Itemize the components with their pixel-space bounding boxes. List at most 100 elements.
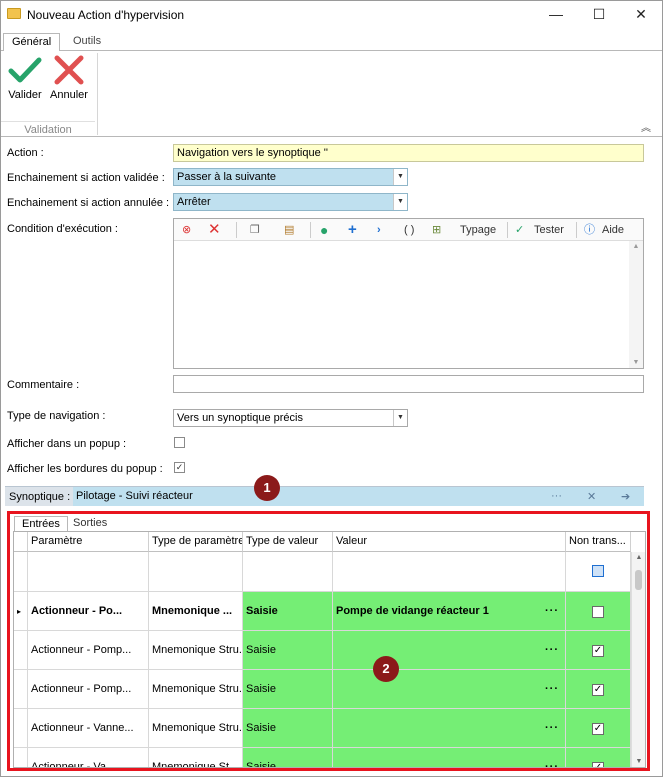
filter-cell[interactable] (149, 552, 243, 592)
scroll-thumb[interactable] (635, 570, 642, 590)
chevron-down-icon[interactable]: ▼ (393, 410, 407, 426)
grid-cell-nontrans[interactable]: ✓ (566, 670, 631, 709)
clear-circle-icon[interactable]: ⊗ (182, 222, 191, 238)
filter-row-indicator (14, 552, 28, 592)
chevron-down-icon[interactable]: ▼ (393, 194, 407, 210)
copy-icon[interactable]: ❐ (250, 222, 260, 238)
minimize-button[interactable]: — (536, 3, 576, 25)
grid-scrollbar[interactable]: ▲ ▼ (631, 552, 645, 767)
filter-cell[interactable] (28, 552, 149, 592)
comment-input[interactable] (173, 375, 644, 393)
popup-checkbox[interactable] (174, 437, 185, 448)
grid-cell-param[interactable]: Actionneur - Va... (28, 748, 149, 767)
row-indicator[interactable] (14, 631, 28, 670)
tab-general[interactable]: Général (3, 33, 61, 52)
grid-cell-nontrans[interactable]: ✓ (566, 631, 631, 670)
grid-cell-ptype[interactable]: Mnemonique Stru... (149, 670, 243, 709)
non-trans-checkbox[interactable]: ✓ (592, 683, 604, 696)
grid-cell-value[interactable]: Pompe de vidange réacteur 1 ··· (333, 592, 566, 631)
grid-cell-value[interactable]: ··· (333, 670, 566, 709)
delete-icon[interactable]: ✕ (208, 222, 221, 238)
grid-cell-nontrans[interactable]: ✓ (566, 709, 631, 748)
grid-cell-value[interactable]: ··· (333, 631, 566, 670)
close-button[interactable]: ✕ (621, 3, 661, 25)
filter-cell[interactable] (333, 552, 566, 592)
non-trans-checkbox[interactable]: ✓ (592, 644, 604, 657)
scroll-down-icon[interactable]: ▼ (632, 758, 645, 765)
clear-icon[interactable]: ✕ (587, 490, 596, 503)
maximize-button[interactable]: ☐ (579, 3, 619, 25)
plus-icon[interactable]: + (348, 222, 357, 238)
non-trans-checkbox[interactable]: ✓ (592, 722, 604, 735)
go-arrow-icon[interactable]: ➔ (621, 490, 630, 503)
grid-cell-param[interactable]: Actionneur - Pomp... (28, 631, 149, 670)
action-field[interactable]: Navigation vers le synoptique '' (173, 144, 644, 162)
row-indicator[interactable]: ▸ (14, 592, 28, 631)
tab-sorties[interactable]: Sorties (66, 516, 114, 532)
grid-cell-nontrans[interactable] (566, 592, 631, 631)
synoptic-label: Synoptique : (9, 491, 71, 503)
typage-button[interactable]: Typage (460, 222, 496, 238)
condition-editor[interactable]: ⊗ ✕ ❐ ▤ ● + › ( ) ⊞ Typage ✓ Tester ⓘ Ai… (173, 218, 644, 369)
row-indicator[interactable] (14, 670, 28, 709)
aide-button[interactable]: Aide (602, 222, 624, 238)
grid-cell-ptype[interactable]: Mnemonique Stru... (149, 709, 243, 748)
value-browse-button[interactable]: ··· (545, 709, 559, 747)
value-browse-button[interactable]: ··· (545, 592, 559, 630)
column-header-type-valeur[interactable]: Type de valeur (243, 532, 333, 552)
value-browse-button[interactable]: ··· (545, 670, 559, 708)
column-header-valeur[interactable]: Valeur (333, 532, 566, 552)
nav-type-combo[interactable]: Vers un synoptique précis ▼ (173, 409, 408, 427)
column-header-parametre[interactable]: Paramètre (28, 532, 149, 552)
cancel-button[interactable]: Annuler (49, 55, 89, 101)
grid-cell-ptype[interactable]: Mnemonique ... (149, 592, 243, 631)
filter-cell[interactable] (243, 552, 333, 592)
value-browse-button[interactable]: ··· (545, 631, 559, 669)
cell-text: Saisie (246, 722, 276, 734)
grid-cell-nontrans[interactable]: ✓ (566, 748, 631, 767)
grid-cell-ptype[interactable]: Mnemonique Stru... (149, 631, 243, 670)
add-circle-icon[interactable]: ● (320, 222, 328, 238)
column-header-non-trans[interactable]: Non trans... (566, 532, 631, 552)
filter-checkbox[interactable] (592, 565, 604, 577)
value-browse-button[interactable]: ··· (545, 748, 559, 767)
on-cancel-combo[interactable]: Arrêter ▼ (173, 193, 408, 211)
grid-cell-vtype[interactable]: Saisie (243, 631, 333, 670)
chevron-down-icon[interactable]: ▼ (393, 169, 407, 185)
browse-button[interactable]: ··· (551, 490, 562, 502)
grid-cell-param[interactable]: Actionneur - Vanne... (28, 709, 149, 748)
grid-cell-vtype[interactable]: Saisie (243, 592, 333, 631)
filter-cell[interactable] (566, 552, 631, 592)
grid-cell-value[interactable]: ··· (333, 748, 566, 767)
chevron-right-icon[interactable]: › (377, 222, 381, 238)
row-indicator[interactable] (14, 748, 28, 767)
non-trans-checkbox[interactable] (592, 605, 604, 618)
on-valid-combo[interactable]: Passer à la suivante ▼ (173, 168, 408, 186)
grid-cell-vtype[interactable]: Saisie (243, 670, 333, 709)
tab-entrees[interactable]: Entrées (14, 516, 68, 532)
borders-checkbox[interactable]: ✓ (174, 462, 185, 473)
non-trans-checkbox[interactable]: ✓ (592, 761, 604, 767)
condition-toolbar: ⊗ ✕ ❐ ▤ ● + › ( ) ⊞ Typage ✓ Tester ⓘ Ai… (174, 219, 643, 241)
paste-icon[interactable]: ▤ (284, 222, 294, 238)
scroll-up-icon[interactable]: ▲ (629, 243, 643, 250)
synoptic-value: Pilotage - Suivi réacteur (76, 490, 193, 502)
scroll-down-icon[interactable]: ▼ (629, 359, 643, 366)
tester-button[interactable]: Tester (534, 222, 564, 238)
parentheses-button[interactable]: ( ) (404, 222, 414, 238)
grid-cell-param[interactable]: Actionneur - Po... (28, 592, 149, 631)
tab-outils[interactable]: Outils (65, 33, 109, 52)
grid-cell-param[interactable]: Actionneur - Pomp... (28, 670, 149, 709)
condition-scrollbar[interactable]: ▲ ▼ (629, 241, 643, 368)
cell-text: Saisie (246, 683, 276, 695)
column-header-type-parametre[interactable]: Type de paramètre (149, 532, 243, 552)
collapse-ribbon-icon[interactable]: ︽ (641, 119, 651, 134)
grid-cell-value[interactable]: ··· (333, 709, 566, 748)
grid-cell-ptype[interactable]: Mnemonique St... (149, 748, 243, 767)
synoptic-field[interactable]: Pilotage - Suivi réacteur ··· ✕ ➔ (73, 487, 644, 506)
scroll-up-icon[interactable]: ▲ (632, 554, 645, 561)
validate-button[interactable]: Valider (5, 55, 45, 101)
grid-cell-vtype[interactable]: Saisie (243, 709, 333, 748)
row-indicator[interactable] (14, 709, 28, 748)
grid-cell-vtype[interactable]: Saisie (243, 748, 333, 767)
